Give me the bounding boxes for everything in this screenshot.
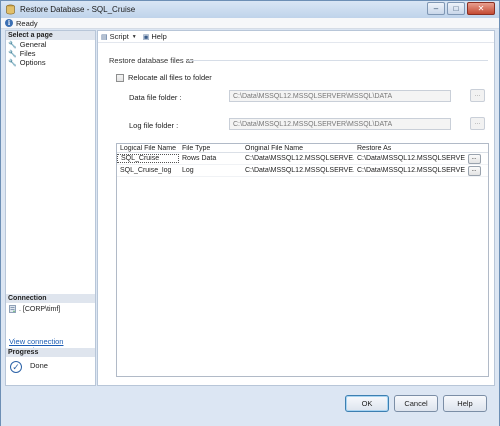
script-button[interactable]: ▤ Script ▼: [101, 32, 137, 41]
wrench-icon: 🔧: [8, 41, 17, 49]
script-icon: ▤: [101, 33, 108, 41]
page-item-label: Options: [19, 58, 46, 67]
script-label: Script: [109, 32, 129, 41]
restore-files-group-label: Restore database files as: [109, 56, 194, 65]
logical-name-cell[interactable]: SQL_Cruise_log: [117, 167, 179, 174]
data-folder-input[interactable]: C:\Data\MSSQL12.MSSQLSERVER\MSSQL\DATA: [229, 90, 451, 102]
page-item-label: Files: [19, 49, 36, 58]
page-item-general[interactable]: 🔧 General: [6, 40, 95, 49]
file-type-cell: Log: [182, 167, 194, 174]
row-browse-cell: ...: [465, 153, 483, 164]
dialog-footer: OK Cancel Help: [1, 388, 499, 426]
maximize-button[interactable]: □: [447, 2, 465, 15]
column-header-logical-name[interactable]: Logical File Name: [117, 145, 179, 152]
dropdown-arrow-icon: ▼: [131, 33, 137, 40]
help-toolbar-label: Help: [151, 32, 167, 41]
group-divider: [188, 60, 488, 61]
column-header-file-type[interactable]: File Type: [179, 145, 242, 152]
database-icon: [6, 4, 15, 15]
close-button[interactable]: ✕: [467, 2, 495, 15]
page-item-files[interactable]: 🔧 Files: [6, 49, 95, 58]
window-title: Restore Database - SQL_Cruise: [20, 5, 136, 14]
toolbar: ▤ Script ▼ ▣ Help: [98, 31, 494, 43]
page-item-options[interactable]: 🔧 Options: [6, 58, 95, 67]
select-page-pane: Select a page 🔧 General 🔧 Files 🔧 Option…: [5, 30, 96, 386]
progress-status-text: Done: [30, 361, 48, 370]
relocate-label: Relocate all files to folder: [128, 73, 212, 82]
relocate-checkbox[interactable]: [116, 73, 124, 82]
log-folder-label: Log file folder :: [129, 121, 179, 130]
wrench-icon: 🔧: [8, 59, 17, 67]
column-header-original-name[interactable]: Original File Name: [242, 145, 354, 152]
window-controls: – □ ✕: [427, 2, 495, 15]
row-browse-button[interactable]: ...: [467, 165, 481, 176]
minimize-button[interactable]: –: [427, 2, 445, 15]
files-page-pane: ▤ Script ▼ ▣ Help Restore database files…: [97, 30, 495, 386]
page-item-label: General: [19, 40, 47, 49]
data-folder-label: Data file folder :: [129, 93, 182, 102]
files-grid: Logical File Name File Type Original Fil…: [116, 143, 489, 377]
table-row[interactable]: SQL_Cruise_log Log C:\Data\MSSQL12.MSSQL…: [117, 165, 488, 177]
log-folder-input[interactable]: C:\Data\MSSQL12.MSSQLSERVER\MSSQL\DATA: [229, 118, 451, 130]
select-page-header: Select a page: [6, 31, 95, 40]
original-name-cell: C:\Data\MSSQL12.MSSQLSERVE...: [245, 155, 354, 162]
done-check-icon: ✓: [10, 361, 22, 373]
log-folder-browse-button[interactable]: ...: [470, 117, 485, 130]
status-bar: i Ready: [1, 18, 499, 29]
connection-value: . [CORP\timf]: [19, 305, 61, 313]
status-text: Ready: [16, 18, 38, 28]
data-folder-browse-button[interactable]: ...: [470, 89, 485, 102]
cancel-button[interactable]: Cancel: [394, 395, 438, 412]
help-toolbar-button[interactable]: ▣ Help: [143, 32, 167, 41]
file-type-cell: Rows Data: [182, 155, 217, 162]
restore-as-cell[interactable]: C:\Data\MSSQL12.MSSQLSERVE...: [354, 155, 465, 162]
progress-header: Progress: [6, 348, 95, 357]
logical-name-cell[interactable]: SQL_Cruise: [117, 154, 179, 163]
ok-button[interactable]: OK: [345, 395, 389, 412]
restore-database-dialog: Restore Database - SQL_Cruise – □ ✕ i Re…: [0, 0, 500, 426]
server-icon: [9, 305, 16, 313]
connection-header: Connection: [6, 294, 95, 303]
table-row[interactable]: SQL_Cruise Rows Data C:\Data\MSSQL12.MSS…: [117, 153, 488, 165]
info-icon: i: [5, 19, 13, 27]
title-bar: Restore Database - SQL_Cruise – □ ✕: [1, 1, 499, 18]
progress-status: ✓ Done: [10, 361, 48, 373]
connection-info: . [CORP\timf]: [9, 305, 60, 313]
original-name-cell: C:\Data\MSSQL12.MSSQLSERVE...: [245, 167, 354, 174]
restore-as-cell[interactable]: C:\Data\MSSQL12.MSSQLSERVE...: [354, 167, 465, 174]
relocate-option[interactable]: Relocate all files to folder: [116, 73, 212, 82]
grid-header: Logical File Name File Type Original Fil…: [117, 144, 488, 153]
column-header-restore-as[interactable]: Restore As: [354, 145, 465, 152]
help-icon: ▣: [142, 33, 150, 41]
help-button[interactable]: Help: [443, 395, 487, 412]
wrench-icon: 🔧: [8, 50, 17, 58]
row-browse-cell: ...: [465, 165, 483, 176]
row-browse-button[interactable]: ...: [467, 153, 481, 164]
